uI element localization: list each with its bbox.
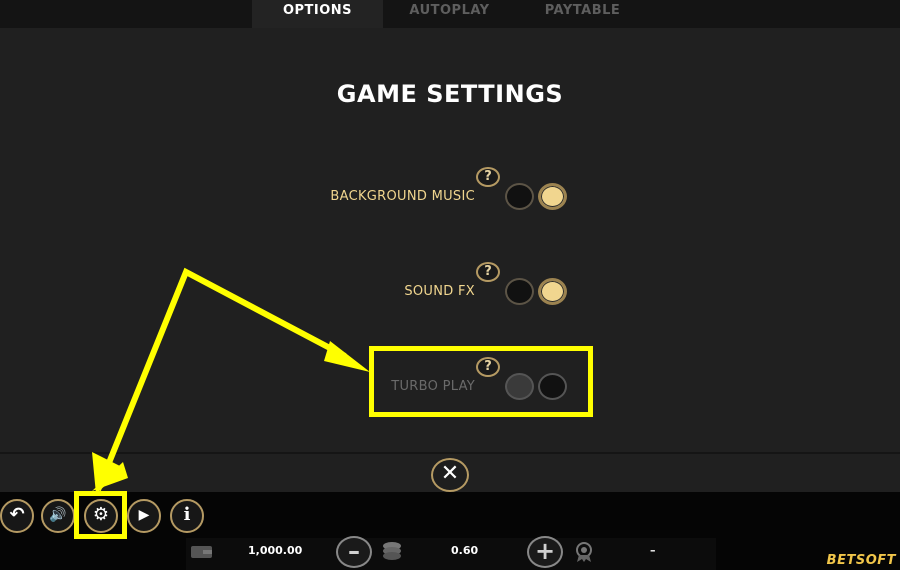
annotation-arrows <box>92 267 370 494</box>
